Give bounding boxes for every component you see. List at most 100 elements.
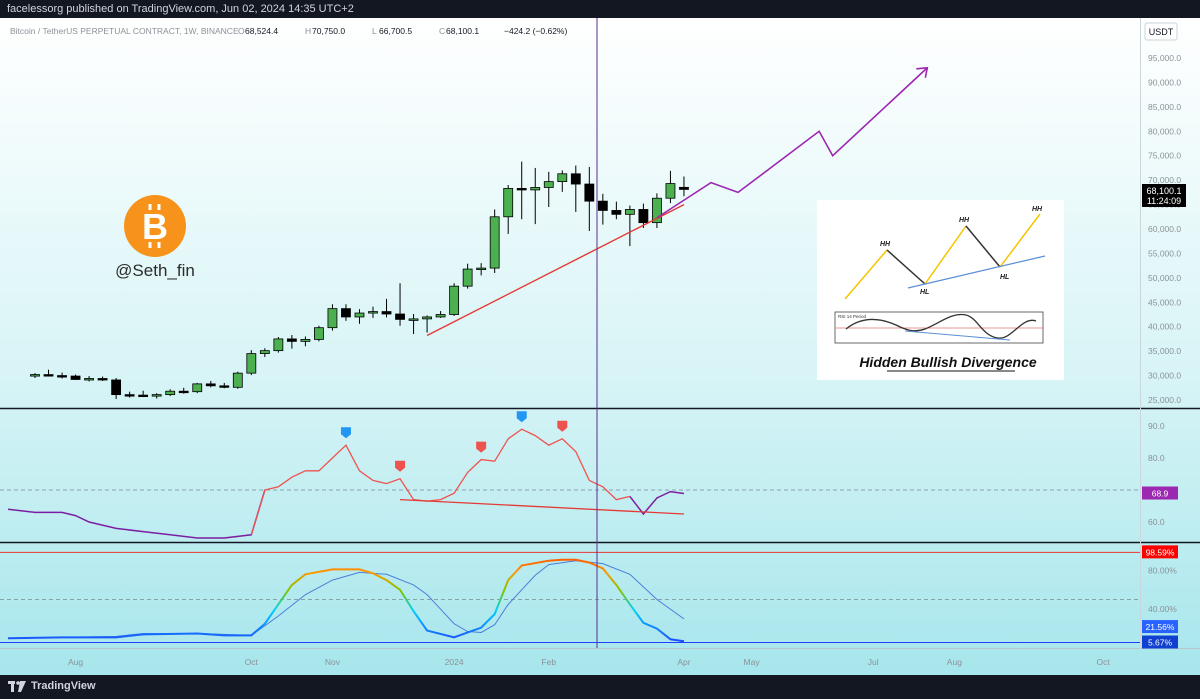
currency-button[interactable]: USDT [1144, 22, 1178, 41]
candle-bullish [151, 394, 162, 397]
time-tick-label: Oct [245, 657, 259, 667]
candle-bearish [219, 385, 230, 388]
price-tick-label: 45,000.0 [1148, 297, 1181, 307]
candle-bullish [232, 372, 243, 388]
candle-bullish [84, 378, 94, 381]
candle-bearish [611, 210, 622, 215]
inset-label-hh-3: HH [1032, 206, 1043, 213]
candle-bullish [368, 311, 378, 314]
candle-bullish [165, 390, 176, 396]
candle-bullish [489, 216, 500, 269]
stoch-lower-badge: 5.67% [1148, 638, 1173, 648]
candle-bearish [395, 313, 405, 320]
candle-countdown: 11:24:09 [1147, 196, 1181, 206]
candle-bearish [679, 186, 689, 190]
candle-bearish [43, 374, 54, 377]
candle-bullish [543, 181, 554, 188]
candle-bearish [381, 311, 392, 315]
bitcoin-logo-glyph: B [142, 206, 168, 247]
ohlc-label-c: C [439, 26, 445, 36]
candle-bearish [584, 183, 595, 202]
candle-bullish [462, 268, 473, 287]
time-tick-label: Jul [868, 657, 879, 667]
symbol-title: Bitcoin / TetherUS PERPETUAL CONTRACT, 1… [10, 26, 239, 36]
candle-bearish [178, 390, 189, 394]
time-tick-label: 2024 [445, 657, 464, 667]
chart-svg[interactable]: Bitcoin / TetherUS PERPETUAL CONTRACT, 1… [0, 18, 1200, 675]
price-tick-label: 60,000.0 [1148, 224, 1181, 234]
price-tick-label: 70,000.0 [1148, 175, 1181, 185]
candle-bullish [246, 353, 257, 374]
inset-rsi-caption: RSI 14 Period [838, 314, 867, 319]
ohlc-value-c: 68,100.1 [446, 26, 479, 36]
candle-bearish [70, 375, 81, 380]
candle-bullish [327, 308, 338, 329]
candle-bullish [314, 327, 324, 340]
ohlc-value-o: 68,524.4 [245, 26, 278, 36]
candle-bearish [97, 378, 108, 381]
stoch-tick-label: 40.00% [1148, 604, 1177, 614]
candle-bearish [138, 394, 149, 398]
candle-bearish [57, 375, 67, 378]
candle-bullish [30, 374, 40, 377]
candle-bearish [341, 308, 351, 318]
tradingview-logo[interactable]: TradingView [8, 680, 96, 692]
stoch-tick-label: 80.00% [1148, 565, 1177, 575]
inset-title: Hidden Bullish Divergence [859, 354, 1037, 370]
candle-bearish [638, 209, 649, 224]
rsi-tick-label: 80.0 [1148, 453, 1165, 463]
last-price-value: 68,100.1 [1146, 186, 1181, 196]
ohlc-value-h: 70,750.0 [312, 26, 345, 36]
time-tick-label: Feb [541, 657, 556, 667]
inset-label-hl-1: HL [920, 289, 929, 296]
candle-bullish [192, 383, 203, 393]
candle-bearish [205, 383, 216, 387]
inset-label-hl-2: HL [1000, 274, 1009, 281]
candle-bullish [665, 183, 676, 199]
candle-bullish [300, 339, 311, 342]
divergence-inset: HH HH HH HL HL RSI 14 Period Hidden Bull… [817, 200, 1064, 380]
inset-rsi-box [834, 311, 1044, 344]
candle-bullish [354, 312, 365, 318]
chart-area[interactable]: Bitcoin / TetherUS PERPETUAL CONTRACT, 1… [0, 18, 1200, 675]
price-tick-label: 30,000.0 [1148, 371, 1181, 381]
rsi-tick-label: 90.0 [1148, 421, 1165, 431]
candle-bullish [273, 338, 284, 352]
price-tick-label: 95,000.0 [1148, 53, 1181, 63]
time-tick-label: Apr [677, 657, 690, 667]
inset-label-hh-1: HH [880, 241, 891, 248]
ohlc-label-o: O [238, 26, 245, 36]
publish-info: facelessorg published on TradingView.com… [7, 3, 354, 15]
currency-label: USDT [1149, 27, 1174, 37]
time-tick-label: Aug [947, 657, 962, 667]
price-tick-label: 25,000.0 [1148, 395, 1181, 405]
author-handle: @Seth_fin [115, 261, 195, 280]
candle-bullish [503, 188, 514, 218]
candle-bullish [422, 316, 432, 320]
stoch-upper-badge: 98.59% [1146, 547, 1175, 557]
time-tick-label: Aug [68, 657, 83, 667]
tradingview-brand: TradingView [31, 680, 96, 692]
time-tick-label: Oct [1096, 657, 1110, 667]
price-axis-ticks: 25,000.0 30,000.0 35,000.0 40,000.0 45,000.0… [1148, 53, 1181, 405]
candle-bearish [516, 188, 527, 191]
rsi-tick-label: 60.0 [1148, 517, 1165, 527]
candle-bullish [624, 209, 635, 215]
candle-bullish [557, 173, 568, 183]
candle-bullish [476, 267, 487, 270]
candle-bearish [124, 394, 135, 397]
inset-label-hh-2: HH [959, 217, 970, 224]
publish-header: facelessorg published on TradingView.com… [0, 0, 1200, 18]
last-price-badge: 68,100.1 11:24:09 [1142, 184, 1186, 207]
price-tick-label: 55,000.0 [1148, 248, 1181, 258]
candle-bullish [408, 318, 419, 321]
candle-bearish [111, 379, 122, 396]
candle-bullish [435, 314, 446, 318]
candle-bearish [570, 173, 581, 185]
price-tick-label: 80,000.0 [1148, 126, 1181, 136]
candle-bullish [449, 285, 460, 315]
price-tick-label: 35,000.0 [1148, 346, 1181, 356]
stoch-last-badge: 21.56% [1146, 622, 1175, 632]
time-tick-label: May [744, 657, 761, 667]
candle-bearish [597, 200, 608, 211]
